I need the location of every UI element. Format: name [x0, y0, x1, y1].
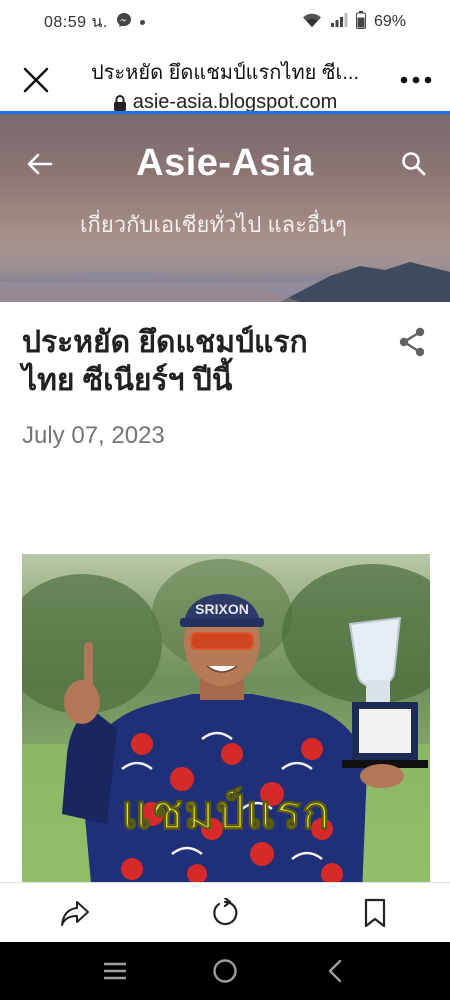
bookmark-button[interactable] — [345, 888, 405, 938]
blog-title[interactable]: Asie-Asia — [0, 142, 450, 185]
reload-button[interactable] — [195, 888, 255, 938]
blog-description: เกี่ยวกับเอเชียทั่วไป และอื่นๆ — [80, 212, 347, 237]
in-app-browser-header: ประหยัด ยึดแชมป์แรกไทย ซีเ... asie-asia.… — [0, 44, 450, 114]
lock-icon — [113, 94, 126, 111]
search-icon — [402, 152, 426, 176]
image-caption: แชมป์แรก — [121, 786, 331, 839]
home-icon — [213, 959, 237, 983]
signal-icon — [330, 12, 348, 33]
status-time: 08:59 น. — [44, 13, 108, 31]
status-bar: 08:59 น. 69% — [0, 0, 450, 44]
recents-button[interactable] — [85, 946, 145, 996]
reload-icon — [213, 897, 238, 925]
notification-dot — [139, 19, 145, 25]
close-button[interactable] — [14, 60, 58, 100]
close-icon — [23, 67, 49, 93]
browser-page-title: ประหยัด ยึดแชมป์แรกไทย ซีเ... — [90, 62, 360, 84]
page-title-area: ประหยัด ยึดแชมป์แรกไทย ซีเ... asie-asia.… — [66, 56, 384, 114]
system-back-button[interactable] — [305, 946, 365, 996]
blog-post: ประหยัด ยึดแชมป์แรก ไทย ซีเนียร์ฯ ปีนี้ … — [0, 302, 450, 882]
battery-percent: 69% — [373, 13, 406, 30]
back-icon — [328, 959, 342, 983]
messenger-icon — [116, 12, 132, 33]
post-date: July 07, 2023 — [22, 422, 165, 449]
forward-share-icon — [61, 900, 89, 926]
status-right: 69% — [302, 10, 406, 34]
more-horizontal-icon — [400, 76, 432, 84]
recents-icon — [104, 962, 126, 980]
wifi-icon — [302, 12, 322, 33]
bookmark-icon — [364, 898, 386, 927]
share-button[interactable] — [392, 322, 432, 362]
more-options-button[interactable] — [396, 60, 436, 100]
system-navigation-bar — [0, 942, 450, 1000]
browser-bottom-toolbar — [0, 882, 450, 942]
post-image[interactable]: SRIXON แชมป์แรก — [22, 554, 430, 882]
battery-icon — [355, 10, 366, 34]
svg-text:SRIXON: SRIXON — [195, 601, 249, 617]
blog-header: Asie-Asia เกี่ยวกับเอเชียทั่วไป และอื่นๆ — [0, 114, 450, 302]
post-title: ประหยัด ยึดแชมป์แรก ไทย ซีเนียร์ฯ ปีนี้ — [22, 326, 308, 397]
header-mountain-image — [0, 262, 450, 302]
search-button[interactable] — [394, 144, 434, 184]
share-icon — [399, 327, 425, 357]
status-left: 08:59 น. — [44, 10, 145, 35]
share-forward-button[interactable] — [45, 888, 105, 938]
home-button[interactable] — [195, 946, 255, 996]
